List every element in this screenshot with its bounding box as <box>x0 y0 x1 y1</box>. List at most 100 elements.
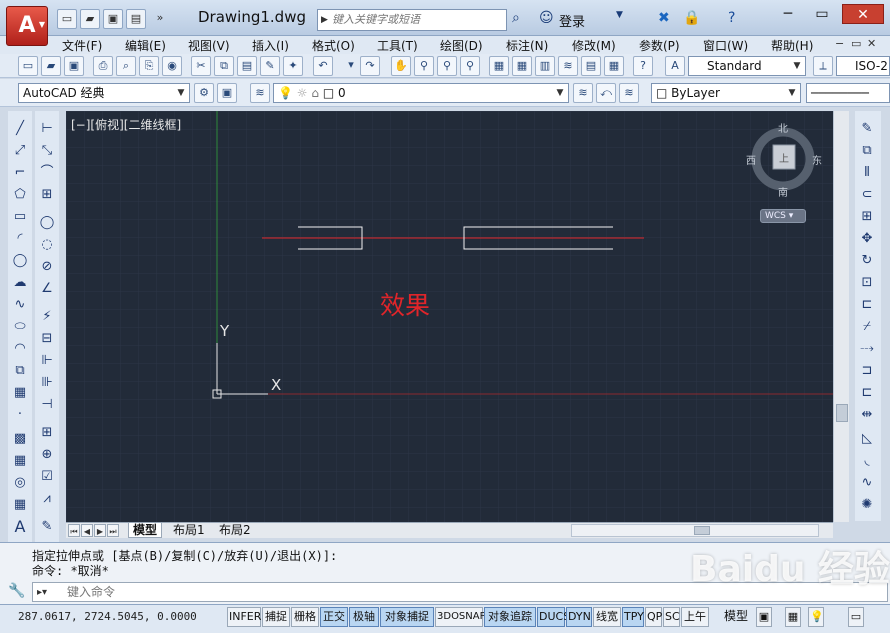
linetype-select[interactable]: ──────── <box>806 83 890 103</box>
hatch-icon[interactable]: ▩ <box>10 429 30 449</box>
tab-model[interactable]: 模型 <box>128 523 163 538</box>
cut-icon[interactable]: ✂ <box>191 56 211 76</box>
explode-icon[interactable]: ✺ <box>857 495 877 515</box>
table-icon[interactable]: ▦ <box>10 495 30 515</box>
vertical-scrollbar[interactable] <box>833 111 849 522</box>
polyline-icon[interactable]: ⌐ <box>10 163 30 183</box>
prev-tab-icon[interactable]: ◀ <box>81 524 93 537</box>
rectangle-icon[interactable]: ▭ <box>10 207 30 227</box>
markup-icon[interactable]: ▤ <box>581 56 601 76</box>
horizontal-scrollbar[interactable] <box>571 524 819 537</box>
extend-icon[interactable]: ⤏ <box>857 339 877 359</box>
point-icon[interactable]: · <box>10 405 30 425</box>
menu-insert[interactable]: 插入(I) <box>252 37 289 54</box>
status-tpy[interactable]: TPY <box>622 607 644 627</box>
3d-dwf-icon[interactable]: ◉ <box>162 56 182 76</box>
stretch-icon[interactable]: ⊏ <box>857 295 877 315</box>
ordinate-icon[interactable]: ⊞ <box>37 185 57 205</box>
help-toolbar-icon[interactable]: ? <box>633 56 653 76</box>
quick-dim-icon[interactable]: ⚡ <box>37 307 57 327</box>
ellipse-icon[interactable]: ⬭ <box>10 317 30 337</box>
copy-object-icon[interactable]: ⧉ <box>857 141 877 161</box>
viewcube-north[interactable]: 北 <box>778 120 788 135</box>
multiline-text-icon[interactable]: A <box>10 517 30 537</box>
menu-edit[interactable]: 编辑(E) <box>125 37 166 54</box>
text-style-icon[interactable]: A <box>665 56 685 76</box>
blend-icon[interactable]: ∿ <box>857 473 877 493</box>
make-block-icon[interactable]: ▦ <box>10 383 30 403</box>
circle-icon[interactable]: ◯ <box>10 251 30 271</box>
search-input[interactable]: ▶ 键入关键字或短语 <box>317 9 507 31</box>
status-snap[interactable]: 捕捉 <box>262 607 290 627</box>
save-toolbar-icon[interactable]: ▣ <box>64 56 84 76</box>
tab-layout1[interactable]: 布局1 <box>169 523 209 538</box>
dim-style-select[interactable]: ISO-2 <box>836 56 890 76</box>
save-icon[interactable]: ▣ <box>103 9 123 29</box>
dim-edit-icon[interactable]: ✎ <box>37 517 57 537</box>
ellipse-arc-icon[interactable]: ◠ <box>10 339 30 359</box>
menu-format[interactable]: 格式(O) <box>312 37 355 54</box>
inspect-icon[interactable]: ☑ <box>37 467 57 487</box>
viewport-controls[interactable]: [−][俯视][二维线框] <box>71 116 181 133</box>
close-button[interactable]: ✕ <box>842 4 884 24</box>
doc-minimize-icon[interactable]: − <box>835 37 844 50</box>
workspace-settings-icon[interactable]: ⚙ <box>194 83 214 103</box>
open-file-icon[interactable]: ▰ <box>80 9 100 29</box>
break-at-point-icon[interactable]: ⊐ <box>857 361 877 381</box>
undo-icon[interactable]: ↶ <box>313 56 333 76</box>
status-qp[interactable]: QP <box>645 607 662 627</box>
undo-dropdown-icon[interactable]: ▾ <box>341 56 361 76</box>
polygon-icon[interactable]: ⬠ <box>10 185 30 205</box>
dim-style-icon[interactable]: ⟂ <box>813 56 833 76</box>
wrench-icon[interactable]: 🔧 <box>8 583 25 599</box>
paste-icon[interactable]: ▤ <box>237 56 257 76</box>
join-icon[interactable]: ⇹ <box>857 405 877 425</box>
zoom-realtime-icon[interactable]: ⚲ <box>414 56 434 76</box>
radius-icon[interactable]: ◯ <box>37 213 57 233</box>
properties-icon[interactable]: ▦ <box>489 56 509 76</box>
status-model-button[interactable]: 模型 <box>724 607 748 627</box>
menu-view[interactable]: 视图(V) <box>188 37 230 54</box>
diameter-icon[interactable]: ⊘ <box>37 257 57 277</box>
more-icon[interactable]: » <box>150 9 170 29</box>
arc-length-icon[interactable]: ⌒ <box>37 163 57 183</box>
status-otrack[interactable]: 对象追踪 <box>484 607 536 627</box>
status-osnap[interactable]: 对象捕捉 <box>380 607 434 627</box>
calculator-icon[interactable]: ▦ <box>604 56 624 76</box>
fillet-icon[interactable]: ◟ <box>857 451 877 471</box>
continue-icon[interactable]: ⊩ <box>37 351 57 371</box>
status-polar[interactable]: 极轴 <box>349 607 379 627</box>
preview-icon[interactable]: ⌕ <box>116 56 136 76</box>
chamfer-icon[interactable]: ◺ <box>857 429 877 449</box>
viewcube-west[interactable]: 西 <box>746 152 756 167</box>
move-icon[interactable]: ✥ <box>857 229 877 249</box>
arc-icon[interactable]: ◜ <box>10 229 30 249</box>
pan-icon[interactable]: ✋ <box>391 56 411 76</box>
status-3dosnap[interactable]: 3DOSNAP <box>435 607 486 627</box>
status-lineweight[interactable]: 线宽 <box>593 607 621 627</box>
center-mark-icon[interactable]: ⊕ <box>37 445 57 465</box>
application-menu-button[interactable]: A ▼ <box>6 6 48 46</box>
drawing-canvas[interactable]: Y X 北 南 东 西 上 WCS ▾ [−][俯视][二维线框] 效果 <box>66 111 833 522</box>
menu-tools[interactable]: 工具(T) <box>377 37 418 54</box>
menu-file[interactable]: 文件(F) <box>62 37 102 54</box>
menu-help[interactable]: 帮助(H) <box>771 37 813 54</box>
layer-previous-icon[interactable]: ⤺ <box>596 83 616 103</box>
color-select[interactable]: □ ByLayer ▼ <box>651 83 801 103</box>
qnew-icon[interactable]: ▭ <box>18 56 38 76</box>
chevron-down-icon[interactable]: ▼ <box>616 10 623 20</box>
horizontal-scroll-thumb[interactable] <box>694 526 710 535</box>
publish-icon[interactable]: ⎘ <box>139 56 159 76</box>
isolate-objects-icon[interactable]: 💡 <box>808 607 824 627</box>
exchange-icon[interactable]: ✖ <box>658 10 670 26</box>
linear-dim-icon[interactable]: ⊢ <box>37 119 57 139</box>
status-dyn[interactable]: DYN <box>566 607 592 627</box>
menu-draw[interactable]: 绘图(D) <box>440 37 483 54</box>
coordinate-readout[interactable]: 287.0617, 2724.5045, 0.0000 <box>18 610 197 623</box>
layout-view-icon[interactable]: ▣ <box>756 607 772 627</box>
gradient-icon[interactable]: ▦ <box>10 451 30 471</box>
make-current-icon[interactable]: ≋ <box>573 83 593 103</box>
new-file-icon[interactable]: ▭ <box>57 9 77 29</box>
binoculars-icon[interactable]: ⌕ <box>512 10 520 26</box>
minimize-button[interactable]: ─ <box>772 4 804 24</box>
